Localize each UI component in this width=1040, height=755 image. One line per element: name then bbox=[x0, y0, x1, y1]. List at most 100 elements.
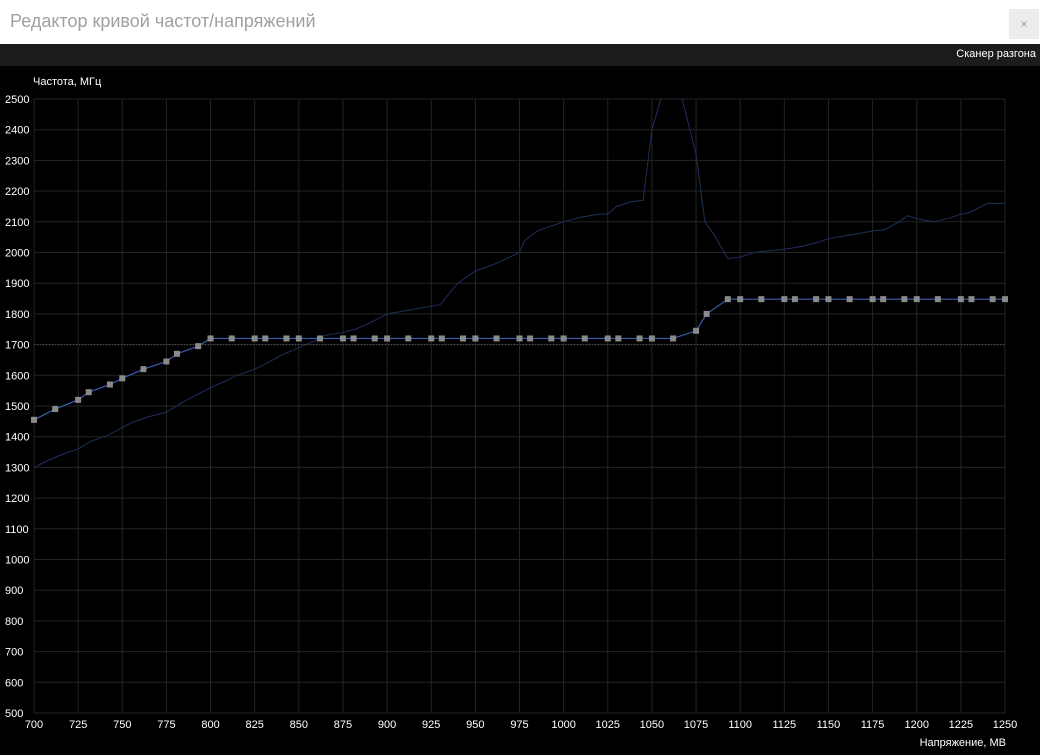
curve-point[interactable] bbox=[384, 335, 391, 342]
curve-point[interactable] bbox=[913, 296, 920, 303]
curve-point[interactable] bbox=[648, 335, 655, 342]
x-tick-label: 700 bbox=[25, 719, 43, 731]
curve-point[interactable] bbox=[163, 358, 170, 365]
curve-point[interactable] bbox=[493, 335, 500, 342]
curve-point[interactable] bbox=[880, 296, 887, 303]
x-tick-label: 750 bbox=[113, 719, 131, 731]
x-tick-label: 1200 bbox=[904, 719, 928, 731]
curve-point[interactable] bbox=[207, 335, 214, 342]
y-tick-label: 2000 bbox=[5, 248, 29, 260]
y-tick-label: 1500 bbox=[5, 401, 29, 413]
x-tick-label: 825 bbox=[246, 719, 264, 731]
curve-point[interactable] bbox=[228, 335, 235, 342]
curve-point[interactable] bbox=[195, 343, 202, 350]
x-tick-label: 1050 bbox=[640, 719, 664, 731]
y-tick-label: 1600 bbox=[5, 370, 29, 382]
x-tick-label: 1150 bbox=[817, 719, 841, 731]
curve-point[interactable] bbox=[901, 296, 908, 303]
x-tick-label: 1075 bbox=[684, 719, 708, 731]
curve-point[interactable] bbox=[604, 335, 611, 342]
curve-point[interactable] bbox=[350, 335, 357, 342]
y-tick-label: 1900 bbox=[5, 278, 29, 290]
curve-point[interactable] bbox=[140, 366, 147, 373]
curve-point[interactable] bbox=[527, 335, 534, 342]
y-tick-label: 2300 bbox=[5, 155, 29, 167]
curve-point[interactable] bbox=[724, 296, 731, 303]
x-tick-label: 975 bbox=[510, 719, 528, 731]
curve-point[interactable] bbox=[52, 406, 59, 413]
curve-point[interactable] bbox=[251, 335, 258, 342]
x-tick-label: 1025 bbox=[596, 719, 620, 731]
curve-point[interactable] bbox=[869, 296, 876, 303]
curve-point[interactable] bbox=[989, 296, 996, 303]
x-tick-label: 1225 bbox=[949, 719, 973, 731]
curve-point[interactable] bbox=[75, 396, 82, 403]
x-tick-label: 775 bbox=[157, 719, 175, 731]
y-tick-label: 2500 bbox=[5, 94, 29, 106]
vf-curve-chart[interactable]: 500 600 700 800 900 1000 1100 1200 1300 1400 1500 1… bbox=[0, 0, 1040, 755]
x-tick-label: 1250 bbox=[993, 719, 1017, 731]
x-tick-label: 1100 bbox=[728, 719, 752, 731]
y-tick-label: 1300 bbox=[5, 462, 29, 474]
y-tick-label: 800 bbox=[5, 616, 23, 628]
y-tick-label: 700 bbox=[5, 647, 23, 659]
curve-point[interactable] bbox=[339, 335, 346, 342]
curve-point[interactable] bbox=[968, 296, 975, 303]
x-tick-label: 875 bbox=[334, 719, 352, 731]
curve-point[interactable] bbox=[934, 296, 941, 303]
curve-point[interactable] bbox=[460, 335, 467, 342]
y-tick-label: 600 bbox=[5, 677, 23, 689]
curve-point[interactable] bbox=[758, 296, 765, 303]
x-tick-label: 1000 bbox=[551, 719, 575, 731]
curve-point[interactable] bbox=[472, 335, 479, 342]
curve-point[interactable] bbox=[1002, 296, 1008, 303]
curve-point[interactable] bbox=[85, 389, 92, 396]
y-tick-label: 1700 bbox=[5, 340, 29, 352]
y-tick-label: 900 bbox=[5, 585, 23, 597]
curve-point[interactable] bbox=[428, 335, 435, 342]
curve-point[interactable] bbox=[737, 296, 744, 303]
y-tick-label: 2400 bbox=[5, 125, 29, 137]
curve-point[interactable] bbox=[174, 350, 181, 357]
curve-point[interactable] bbox=[693, 327, 700, 334]
x-tick-label: 800 bbox=[201, 719, 219, 731]
curve-point[interactable] bbox=[636, 335, 643, 342]
curve-point[interactable] bbox=[703, 310, 710, 317]
curve-point[interactable] bbox=[548, 335, 555, 342]
y-tick-label: 1200 bbox=[5, 493, 29, 505]
curve-point[interactable] bbox=[438, 335, 445, 342]
curve-point[interactable] bbox=[317, 335, 324, 342]
x-tick-label: 950 bbox=[466, 719, 484, 731]
y-tick-label: 2200 bbox=[5, 186, 29, 198]
y-tick-label: 500 bbox=[5, 708, 23, 720]
curve-point[interactable] bbox=[31, 416, 37, 423]
curve-point[interactable] bbox=[405, 335, 412, 342]
curve-point[interactable] bbox=[516, 335, 523, 342]
x-tick-label: 925 bbox=[422, 719, 440, 731]
y-tick-label: 1800 bbox=[5, 309, 29, 321]
curve-point[interactable] bbox=[581, 335, 588, 342]
curve-point[interactable] bbox=[615, 335, 622, 342]
curve-point[interactable] bbox=[825, 296, 832, 303]
curve-point[interactable] bbox=[262, 335, 269, 342]
x-tick-label: 1125 bbox=[772, 719, 796, 731]
y-tick-label: 1100 bbox=[5, 524, 29, 536]
y-tick-label: 1000 bbox=[5, 555, 29, 567]
curve-point[interactable] bbox=[119, 375, 126, 382]
y-tick-label: 1400 bbox=[5, 432, 29, 444]
curve-point[interactable] bbox=[283, 335, 290, 342]
curve-point[interactable] bbox=[670, 335, 677, 342]
curve-point[interactable] bbox=[106, 381, 113, 388]
x-tick-label: 850 bbox=[290, 719, 308, 731]
x-tick-label: 900 bbox=[378, 719, 396, 731]
curve-point[interactable] bbox=[781, 296, 788, 303]
curve-point[interactable] bbox=[846, 296, 853, 303]
curve-point[interactable] bbox=[295, 335, 302, 342]
curve-point[interactable] bbox=[813, 296, 820, 303]
x-tick-label: 1175 bbox=[861, 719, 885, 731]
x-tick-label: 725 bbox=[69, 719, 87, 731]
curve-point[interactable] bbox=[371, 335, 378, 342]
curve-point[interactable] bbox=[560, 335, 567, 342]
curve-point[interactable] bbox=[791, 296, 798, 303]
curve-point[interactable] bbox=[957, 296, 964, 303]
